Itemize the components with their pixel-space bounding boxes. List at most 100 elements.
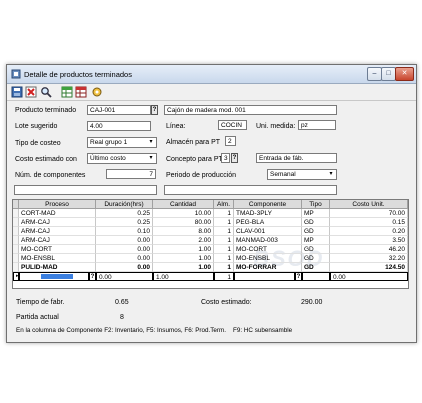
- table-cell[interactable]: MO-ENSBL: [19, 254, 96, 263]
- producto-lookup-button[interactable]: ?: [151, 105, 158, 115]
- close-button[interactable]: ✕: [395, 67, 414, 81]
- table-cell[interactable]: 0.25: [96, 218, 153, 227]
- table-cell[interactable]: 1.00: [153, 254, 214, 263]
- table-cell[interactable]: 1: [214, 236, 234, 245]
- linea-field: COCIN: [218, 120, 247, 130]
- column-header[interactable]: Componente: [234, 200, 302, 209]
- toolbar: [7, 84, 416, 101]
- edit-costo[interactable]: 0.00: [330, 272, 408, 281]
- table-cell[interactable]: 0.00: [96, 254, 153, 263]
- column-header[interactable]: Duración(hrs): [96, 200, 153, 209]
- table-cell[interactable]: 0.20: [330, 227, 408, 236]
- table-cell[interactable]: 1: [214, 254, 234, 263]
- blank-field-left: [14, 185, 157, 195]
- column-header[interactable]: Tipo: [302, 200, 330, 209]
- save-icon[interactable]: [11, 86, 23, 98]
- minimize-button[interactable]: –: [367, 67, 382, 81]
- maximize-button[interactable]: □: [381, 67, 396, 81]
- table-cell[interactable]: 1: [214, 245, 234, 254]
- table-cell[interactable]: 46.20: [330, 245, 408, 254]
- periodo-value: Semanal: [270, 171, 296, 178]
- table-cell[interactable]: 0.00: [96, 245, 153, 254]
- shortcut-hint: En la columna de Componente F2: Inventar…: [16, 327, 226, 334]
- column-header[interactable]: Costo Unit.: [330, 200, 408, 209]
- table-cell[interactable]: 1: [214, 263, 234, 272]
- table-red-icon[interactable]: [75, 86, 87, 98]
- tiempo-value: 0.65: [115, 299, 129, 306]
- table-cell[interactable]: GD: [302, 263, 330, 272]
- table-cell[interactable]: 2.00: [153, 236, 214, 245]
- chevron-down-icon: ▾: [329, 171, 333, 177]
- column-header[interactable]: Alm.: [214, 200, 234, 209]
- table-cell[interactable]: MANMAD-003: [234, 236, 302, 245]
- edit-duracion[interactable]: 0.00: [96, 272, 153, 281]
- almacen-input[interactable]: 2: [225, 136, 236, 146]
- table-cell[interactable]: CLAV-001: [234, 227, 302, 236]
- table-cell[interactable]: 10.00: [153, 209, 214, 218]
- edit-cantidad[interactable]: 1.00: [153, 272, 214, 281]
- table-cell[interactable]: ARM-CAJ: [19, 227, 96, 236]
- costo-estimado-value: 290.00: [301, 299, 323, 306]
- costo-est-label: Costo estimado con: [15, 156, 77, 163]
- tipo-costeo-select[interactable]: Real grupo 1 ▾: [87, 137, 157, 148]
- unidad-label: Uni. medida:: [256, 123, 296, 130]
- producto-code-input[interactable]: CAJ-001: [87, 105, 151, 115]
- column-header[interactable]: Cantidad: [153, 200, 214, 209]
- table-cell[interactable]: 0.00: [96, 236, 153, 245]
- table-cell[interactable]: MO-ENSBL: [234, 254, 302, 263]
- components-grid: BSOD Proceso Duración(hrs) Cantidad Alm. Com…: [12, 199, 409, 289]
- table-cell[interactable]: 0.25: [96, 209, 153, 218]
- table-cell[interactable]: 1: [214, 218, 234, 227]
- table-cell[interactable]: 1.00: [153, 263, 214, 272]
- table-cell[interactable]: GD: [302, 218, 330, 227]
- edit-componente[interactable]: [234, 272, 295, 281]
- componente-lookup-button[interactable]: ?: [295, 272, 302, 281]
- table-cell[interactable]: MO-CORT: [19, 245, 96, 254]
- edit-proceso-selection: [41, 274, 73, 279]
- table-cell[interactable]: 32.20: [330, 254, 408, 263]
- costo-est-select[interactable]: Último costo ▾: [87, 153, 157, 164]
- table-cell[interactable]: 124.50: [330, 263, 408, 272]
- table-cell[interactable]: 1.00: [153, 245, 214, 254]
- table-cell[interactable]: 8.00: [153, 227, 214, 236]
- table-cell[interactable]: TMAD-3PLY: [234, 209, 302, 218]
- table-cell[interactable]: MP: [302, 236, 330, 245]
- table-cell[interactable]: 3.50: [330, 236, 408, 245]
- table-cell[interactable]: PEG-BLA: [234, 218, 302, 227]
- delete-icon[interactable]: [25, 86, 37, 98]
- tipo-costeo-value: Real grupo 1: [90, 139, 128, 146]
- lote-input[interactable]: 4.00: [87, 121, 151, 131]
- concepto-input[interactable]: 3: [221, 153, 230, 163]
- table-cell[interactable]: MP: [302, 209, 330, 218]
- table-cell[interactable]: GD: [302, 245, 330, 254]
- periodo-select[interactable]: Semanal ▾: [267, 169, 337, 180]
- table-cell[interactable]: 1: [214, 209, 234, 218]
- tools-icon[interactable]: [91, 86, 103, 98]
- proceso-lookup-button[interactable]: ?: [89, 272, 96, 281]
- table-cell[interactable]: ARM-CAJ: [19, 218, 96, 227]
- edit-alm[interactable]: 1: [214, 272, 234, 281]
- table-cell[interactable]: ARM-CAJ: [19, 236, 96, 245]
- table-cell[interactable]: GD: [302, 227, 330, 236]
- concepto-lookup-button[interactable]: ?: [231, 153, 238, 163]
- table-cell[interactable]: MO-FORRAR: [234, 263, 302, 272]
- table-cell[interactable]: CORT-MAD: [19, 209, 96, 218]
- table-cell[interactable]: MO-CORT: [234, 245, 302, 254]
- table-cell[interactable]: 80.00: [153, 218, 214, 227]
- table-cell[interactable]: 0.15: [330, 218, 408, 227]
- table-cell[interactable]: 0.00: [96, 263, 153, 272]
- table-cell[interactable]: 1: [214, 227, 234, 236]
- lote-label: Lote sugerido: [15, 123, 58, 130]
- window-title: Detalle de productos terminados: [24, 70, 132, 79]
- table-cell[interactable]: 0.10: [96, 227, 153, 236]
- column-header[interactable]: Proceso: [19, 200, 96, 209]
- edit-tipo[interactable]: [302, 272, 330, 281]
- table-cell[interactable]: PULID-MAD: [19, 263, 96, 272]
- table-cell[interactable]: GD: [302, 254, 330, 263]
- partida-label: Partida actual: [16, 314, 59, 321]
- table-cell[interactable]: 70.00: [330, 209, 408, 218]
- almacen-label: Almacén para PT: [166, 139, 221, 146]
- search-icon[interactable]: [40, 86, 52, 98]
- table-green-icon[interactable]: [61, 86, 73, 98]
- chevron-down-icon: ▾: [149, 139, 153, 145]
